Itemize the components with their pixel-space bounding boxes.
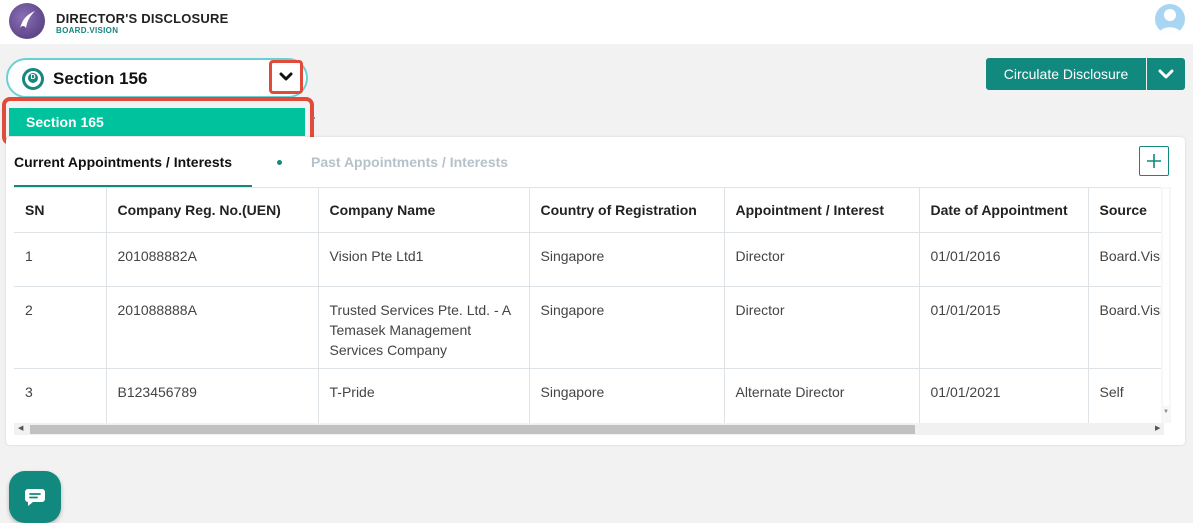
horizontal-scrollbar[interactable]: ◀ ▶ <box>14 423 1164 435</box>
section-badge-letter: D <box>28 73 38 83</box>
column-header: Appointment / Interest <box>724 188 920 233</box>
column-header: Source <box>1088 188 1169 233</box>
table-cell: Singapore <box>529 286 725 369</box>
column-header: SN <box>14 188 107 233</box>
table-cell: Board.Vision <box>1088 232 1169 287</box>
circulate-disclosure-button[interactable]: Circulate Disclosure <box>986 58 1146 90</box>
table-cell: 01/01/2016 <box>919 232 1089 287</box>
chevron-down-icon <box>279 72 293 81</box>
table-row[interactable]: 1 201088882A Vision Pte Ltd1 Singapore D… <box>14 232 1169 287</box>
add-appointment-button[interactable] <box>1139 146 1169 176</box>
table-cell: 2 <box>14 286 107 369</box>
dropdown-option-section-165[interactable]: Section 165 <box>9 108 305 136</box>
table-cell: Alternate Director <box>724 368 920 424</box>
table-cell: 3 <box>14 368 107 424</box>
chat-bubble-icon <box>25 489 45 506</box>
user-avatar-icon[interactable] <box>1155 4 1185 34</box>
divider-dot <box>313 117 315 119</box>
section-selected-value: Section 156 <box>53 69 148 88</box>
circulate-options-button[interactable] <box>1147 58 1185 90</box>
section-dropdown-toggle[interactable] <box>269 60 303 94</box>
table-cell: Vision Pte Ltd1 <box>318 232 530 287</box>
column-header: Country of Registration <box>529 188 725 233</box>
app-title: DIRECTOR'S DISCLOSURE <box>56 11 229 26</box>
section-badge: D <box>22 68 44 90</box>
table-cell: Singapore <box>529 232 725 287</box>
appointments-card: Current Appointments / Interests Past Ap… <box>6 137 1185 445</box>
app-subtitle: BOARD.VISION <box>56 26 119 35</box>
tab-separator-dot <box>277 160 282 165</box>
table-cell: Singapore <box>529 368 725 424</box>
column-header: Company Reg. No.(UEN) <box>106 188 319 233</box>
table-cell: 1 <box>14 232 107 287</box>
table-cell: 201088888A <box>106 286 319 369</box>
tab-past-appointments[interactable]: Past Appointments / Interests <box>311 154 508 170</box>
vertical-scrollbar[interactable]: ▼ <box>1161 187 1171 423</box>
table-cell: 01/01/2021 <box>919 368 1089 424</box>
table-cell: Trusted Services Pte. Ltd. - A Temasek M… <box>318 286 530 369</box>
table-cell: T-Pride <box>318 368 530 424</box>
scroll-down-arrow-icon[interactable]: ▼ <box>1163 409 1169 415</box>
table-cell: Self <box>1088 368 1169 424</box>
table-cell: Director <box>724 286 920 369</box>
scroll-right-arrow-icon[interactable]: ▶ <box>1155 424 1160 432</box>
table-row[interactable]: 2 201088888A Trusted Services Pte. Ltd. … <box>14 286 1169 369</box>
table-row[interactable]: 3 B123456789 T-Pride Singapore Alternate… <box>14 368 1169 424</box>
table-cell: B123456789 <box>106 368 319 424</box>
top-bar: DIRECTOR'S DISCLOSURE BOARD.VISION <box>0 0 1193 44</box>
table-cell: 01/01/2015 <box>919 286 1089 369</box>
chevron-down-icon <box>1158 69 1174 79</box>
table-cell: Board.Vision <box>1088 286 1169 369</box>
plus-icon <box>1147 154 1161 168</box>
table-header-row: SN Company Reg. No.(UEN) Company Name Co… <box>14 188 1169 233</box>
horizontal-scroll-thumb[interactable] <box>30 425 915 434</box>
tab-current-appointments[interactable]: Current Appointments / Interests <box>14 154 232 170</box>
board-vision-logo-icon <box>9 3 45 39</box>
vertical-scroll-thumb[interactable] <box>1163 189 1169 406</box>
chat-button[interactable] <box>9 471 61 523</box>
scroll-left-arrow-icon[interactable]: ◀ <box>18 424 23 432</box>
column-header: Company Name <box>318 188 530 233</box>
appointments-table: SN Company Reg. No.(UEN) Company Name Co… <box>14 187 1169 424</box>
section-select[interactable]: D Section 156 <box>6 58 308 98</box>
table-cell: 201088882A <box>106 232 319 287</box>
table-cell: Director <box>724 232 920 287</box>
column-header: Date of Appointment <box>919 188 1089 233</box>
